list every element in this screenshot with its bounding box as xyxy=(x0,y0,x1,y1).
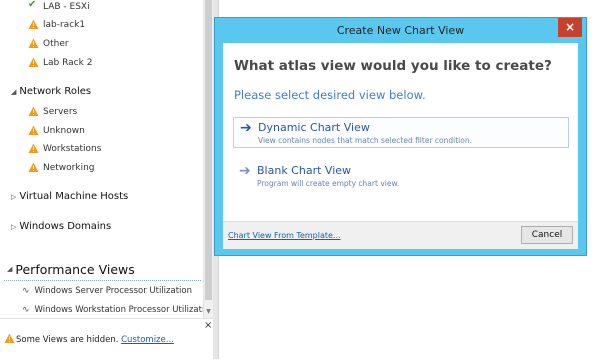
dynamic-chart-view-option[interactable]: ➔ Dynamic Chart View View contains nodes… xyxy=(233,117,569,148)
collapsed-triangle-icon[interactable]: ▷ xyxy=(11,193,16,201)
notice-message: Some Views are hidden. xyxy=(16,335,119,345)
group-windows-domains[interactable]: ▷ Windows Domains xyxy=(11,221,111,232)
warning-icon xyxy=(28,162,39,173)
pulse-icon: ∿ xyxy=(22,286,30,296)
performance-views-header[interactable]: ◢ Performance Views xyxy=(4,258,201,281)
tree-item-label: Other xyxy=(43,38,69,49)
navigation-pane: LAB - ESXi lab-rack1 Other Lab Rack 2 ◢ … xyxy=(0,0,203,318)
cancel-button[interactable]: Cancel xyxy=(521,226,573,244)
create-chart-view-dialog: Create New Chart View × What atlas view … xyxy=(214,17,587,256)
expanded-triangle-icon[interactable]: ◢ xyxy=(11,88,16,96)
tree-item-lab-esxi[interactable]: LAB - ESXi xyxy=(28,0,90,12)
collapsed-triangle-icon[interactable]: ▷ xyxy=(11,223,16,231)
dialog-body: What atlas view would you like to create… xyxy=(223,43,578,249)
close-button[interactable]: × xyxy=(558,18,582,37)
dialog-title: Create New Chart View xyxy=(336,24,465,37)
warning-icon xyxy=(4,333,15,347)
tree-item-servers[interactable]: Servers xyxy=(28,106,77,117)
check-icon xyxy=(28,0,39,12)
blank-chart-view-option[interactable]: ➔ Blank Chart View Program will create e… xyxy=(233,161,569,192)
tree-item-label: Workstations xyxy=(43,143,102,154)
warning-icon xyxy=(28,57,39,68)
scrollbar-thumb[interactable] xyxy=(205,0,212,300)
performance-view-label: Windows Server Processor Utilization xyxy=(34,286,193,296)
tree-item-label: Unknown xyxy=(43,125,85,136)
group-label: Network Roles xyxy=(19,86,92,97)
group-label: Virtual Machine Hosts xyxy=(19,191,129,202)
hidden-views-notice: × Some Views are hidden. Customize... xyxy=(0,318,213,360)
performance-view-item[interactable]: ∿ Windows Server Processor Utilization xyxy=(22,286,192,296)
pulse-icon: ∿ xyxy=(22,305,30,315)
option-title: Dynamic Chart View xyxy=(258,121,370,134)
tree-item-lab-rack1[interactable]: lab-rack1 xyxy=(28,19,85,30)
dialog-footer: Chart View From Template... Cancel xyxy=(223,221,578,249)
customize-link[interactable]: Customize... xyxy=(121,335,174,345)
tree-item-label: Servers xyxy=(43,106,78,117)
tree-item-unknown[interactable]: Unknown xyxy=(28,125,85,136)
section-label: Performance Views xyxy=(15,261,135,277)
tree-item-networking[interactable]: Networking xyxy=(28,162,95,173)
dialog-heading: What atlas view would you like to create… xyxy=(234,58,552,74)
tree-item-label: lab-rack1 xyxy=(43,19,86,30)
warning-icon xyxy=(28,19,39,30)
option-description: Program will create empty chart view. xyxy=(257,179,400,188)
chart-view-from-template-link[interactable]: Chart View From Template... xyxy=(228,231,341,240)
warning-icon xyxy=(28,106,39,117)
tree-item-workstations[interactable]: Workstations xyxy=(28,143,101,154)
notice-text: Some Views are hidden. Customize... xyxy=(16,335,174,345)
tree-item-other[interactable]: Other xyxy=(28,38,69,49)
tree-item-label: Networking xyxy=(43,162,95,173)
tree-item-label: Lab Rack 2 xyxy=(43,57,93,68)
option-description: View contains nodes that match selected … xyxy=(258,136,472,145)
group-network-roles[interactable]: ◢ Network Roles xyxy=(11,86,91,97)
tree-item-label: LAB - ESXi xyxy=(43,1,90,12)
dialog-subheading: Please select desired view below. xyxy=(234,88,426,102)
warning-icon xyxy=(28,125,39,136)
group-label: Windows Domains xyxy=(19,221,112,232)
arrow-right-icon: ➔ xyxy=(240,120,252,136)
scroll-down-arrow-icon[interactable]: ▼ xyxy=(204,307,213,316)
warning-icon xyxy=(28,143,39,154)
option-title: Blank Chart View xyxy=(257,164,352,177)
group-virtual-machine-hosts[interactable]: ▷ Virtual Machine Hosts xyxy=(11,191,128,202)
arrow-right-icon: ➔ xyxy=(239,163,251,179)
performance-view-item[interactable]: ∿ Windows Workstation Processor Utilizat… xyxy=(22,305,203,315)
performance-view-label: Windows Workstation Processor Utilizatio… xyxy=(34,305,203,315)
tree-item-lab-rack-2[interactable]: Lab Rack 2 xyxy=(28,57,92,68)
warning-icon xyxy=(28,38,39,49)
close-icon[interactable]: × xyxy=(204,320,212,331)
expanded-triangle-icon[interactable]: ◢ xyxy=(7,265,12,273)
